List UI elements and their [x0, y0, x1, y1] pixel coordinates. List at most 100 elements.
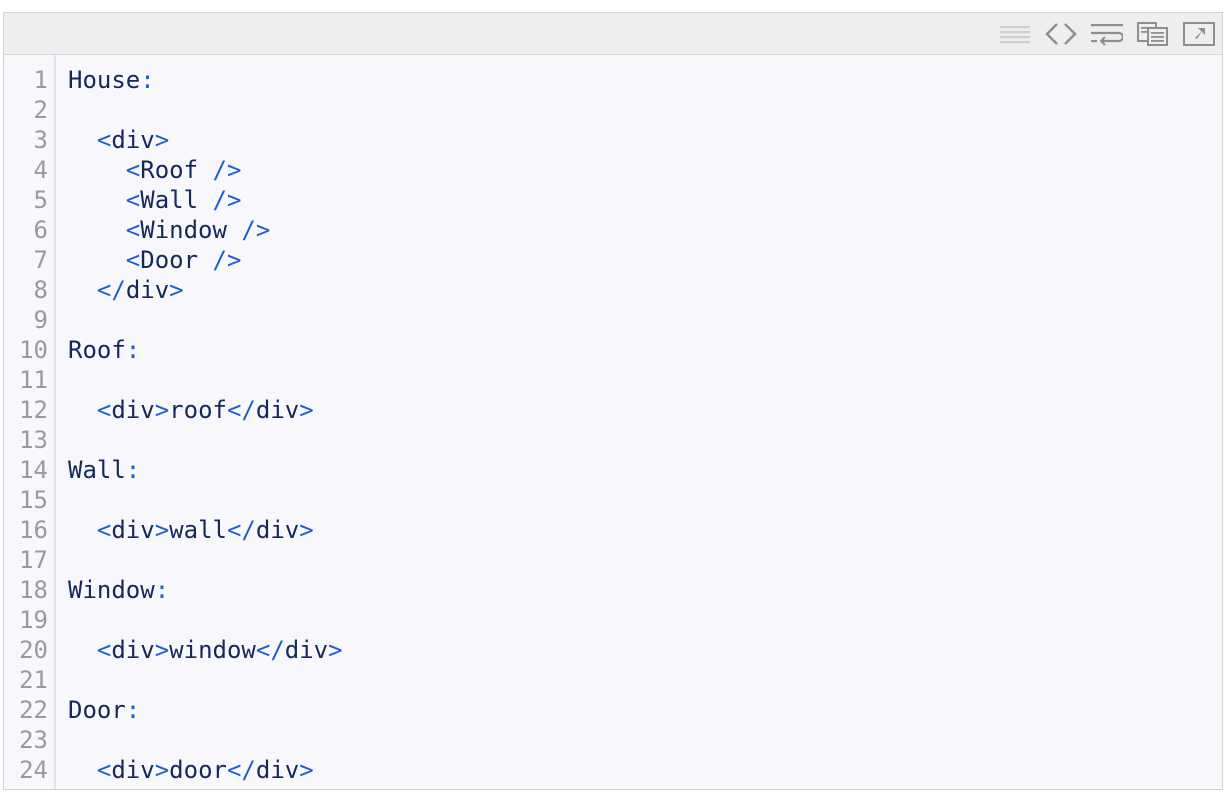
code-token: >: [154, 516, 170, 544]
code-line: 7 <Door />: [4, 245, 1222, 275]
code-line: 23: [4, 725, 1222, 755]
line-number: 14: [19, 456, 48, 484]
line-content: [48, 365, 68, 395]
line-number: 5: [33, 186, 48, 214]
line-content: Wall:: [48, 455, 140, 485]
code-token: div: [111, 126, 155, 154]
copy-icon[interactable]: [1136, 21, 1170, 47]
line-number: 15: [19, 486, 48, 514]
code-line: 1 House:: [4, 65, 1222, 95]
code-line: 6 <Window />: [4, 215, 1222, 245]
code-token: <: [96, 636, 112, 664]
line-content: Window:: [48, 575, 169, 605]
code-token: </: [226, 756, 256, 784]
code-token: :: [154, 576, 170, 604]
line-number: 22: [19, 696, 48, 724]
code-token: Roof: [68, 336, 126, 364]
code-token: Window: [140, 216, 227, 244]
code-token: Door: [140, 246, 199, 274]
line-content: [48, 425, 68, 455]
line-content: [48, 485, 68, 515]
code-token: <: [125, 156, 141, 184]
line-content: Roof:: [48, 335, 140, 365]
code-token: <: [96, 756, 112, 784]
code-token: Door: [68, 696, 126, 724]
line-number: 24: [19, 756, 48, 784]
view-source-icon[interactable]: [998, 21, 1032, 47]
line-content: <div>: [48, 125, 169, 155]
code-token: window: [169, 636, 256, 664]
wrap-icon[interactable]: [1090, 21, 1124, 47]
code-line: 20 <div>window</div>: [4, 635, 1222, 665]
code-line: 13: [4, 425, 1222, 455]
line-content: <Window />: [48, 215, 271, 245]
code-line: 17: [4, 545, 1222, 575]
code-icon[interactable]: [1044, 21, 1078, 47]
line-content: <div>door</div>: [48, 755, 314, 785]
code-token: Wall: [68, 456, 126, 484]
code-token: >: [154, 396, 170, 424]
line-content: <div>roof</div>: [48, 395, 314, 425]
code-token: </: [96, 276, 126, 304]
line-content: <div>window</div>: [48, 635, 343, 665]
line-number: 8: [33, 276, 48, 304]
line-number: 6: [33, 216, 48, 244]
code-token: door: [169, 756, 227, 784]
code-token: >: [299, 396, 314, 424]
code-token: >: [328, 636, 343, 664]
code-line: 3 <div>: [4, 125, 1222, 155]
line-number: 19: [19, 606, 48, 634]
code-token: House: [68, 66, 141, 94]
code-token: <: [125, 216, 141, 244]
code-token: div: [255, 396, 300, 424]
line-number: 4: [33, 156, 48, 184]
popout-icon[interactable]: [1182, 21, 1216, 47]
code-token: div: [111, 516, 155, 544]
line-number: 12: [19, 396, 48, 424]
line-number: 3: [33, 126, 48, 154]
code-token: :: [125, 336, 141, 364]
code-token: />: [198, 156, 242, 184]
code-line: 18 Window:: [4, 575, 1222, 605]
code-token: Window: [68, 576, 155, 604]
code-line: 8 </div>: [4, 275, 1222, 305]
line-content: [48, 305, 68, 335]
code-line: 21: [4, 665, 1222, 695]
code-token: :: [140, 66, 155, 94]
code-line: 16 <div>wall</div>: [4, 515, 1222, 545]
code-token: div: [111, 756, 155, 784]
code-token: </: [255, 636, 285, 664]
line-number: 20: [19, 636, 48, 664]
code-token: <: [96, 396, 112, 424]
line-number: 13: [19, 426, 48, 454]
line-number: 11: [19, 366, 48, 394]
code-token: </: [226, 516, 256, 544]
code-token: div: [284, 636, 329, 664]
line-number: 9: [33, 306, 48, 334]
code-token: />: [226, 216, 271, 244]
code-line: 9: [4, 305, 1222, 335]
line-number: 16: [19, 516, 48, 544]
code-token: :: [125, 696, 141, 724]
line-content: <Roof />: [48, 155, 242, 185]
line-number: 21: [19, 666, 48, 694]
code-line: 15: [4, 485, 1222, 515]
code-token: div: [111, 636, 155, 664]
code-area[interactable]: 1 House: 2 3 <div> 4 <Roof /> 5 <Wall /> 6 <Wi…: [4, 55, 1222, 789]
code-line: 10 Roof:: [4, 335, 1222, 365]
line-content: <Door />: [48, 245, 242, 275]
line-content: Door:: [48, 695, 140, 725]
code-token: <: [96, 516, 112, 544]
code-token: <: [125, 186, 141, 214]
code-token: >: [299, 516, 314, 544]
line-content: [48, 725, 68, 755]
line-content: House:: [48, 65, 155, 95]
code-token: <: [125, 246, 141, 274]
code-token: >: [154, 756, 170, 784]
